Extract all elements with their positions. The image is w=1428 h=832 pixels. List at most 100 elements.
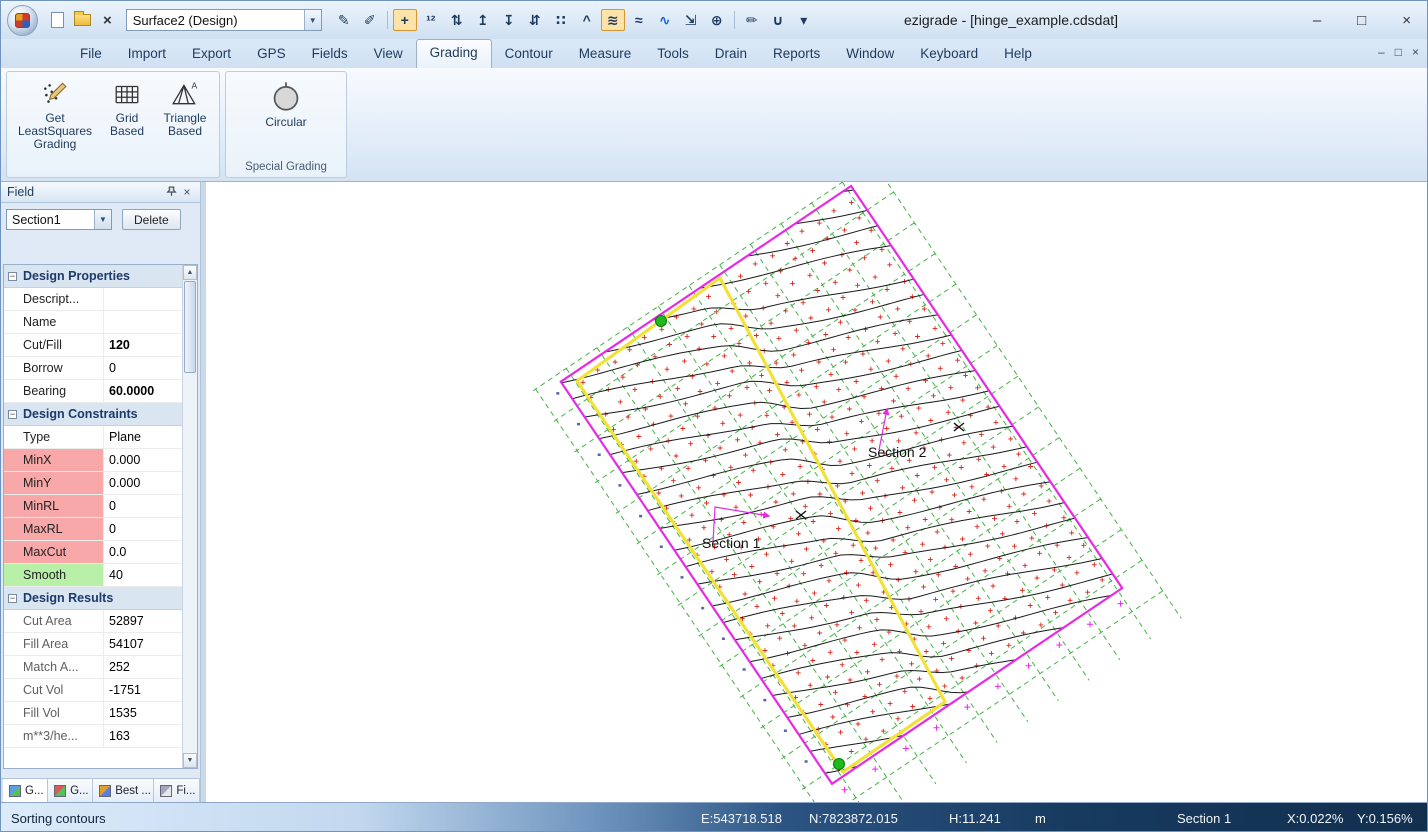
scrollbar-thumb[interactable]: [184, 281, 196, 373]
water-flow-icon[interactable]: ∿: [653, 9, 677, 31]
property-value[interactable]: 40: [103, 564, 182, 586]
property-value[interactable]: 0.000: [103, 449, 182, 471]
zoom-window-icon[interactable]: ⊕: [705, 9, 729, 31]
property-group-row: − Design Results: [4, 587, 182, 610]
new-file-icon[interactable]: [51, 12, 64, 28]
expander-cell: [4, 725, 21, 747]
panel-tab-4[interactable]: Fi...: [154, 779, 201, 802]
menu-tab-measure[interactable]: Measure: [566, 41, 645, 68]
menu-tab-reports[interactable]: Reports: [760, 41, 833, 68]
menu-tab-view[interactable]: View: [361, 41, 416, 68]
property-value[interactable]: Plane: [103, 426, 182, 448]
expander-cell: [4, 679, 21, 701]
app-menu-button[interactable]: [7, 4, 38, 36]
panel-tab-2[interactable]: G...: [48, 779, 94, 802]
minimize-button[interactable]: –: [1313, 12, 1321, 29]
station-labels-icon[interactable]: ⇵: [523, 9, 547, 31]
property-value[interactable]: 0: [103, 357, 182, 379]
add-point-icon[interactable]: +: [392, 9, 417, 31]
menu-tab-gps[interactable]: GPS: [244, 41, 299, 68]
jug-icon[interactable]: ∪: [766, 9, 790, 31]
menu-tab-export[interactable]: Export: [179, 41, 244, 68]
property-value[interactable]: 252: [103, 656, 182, 678]
chevron-down-icon[interactable]: ▼: [303, 10, 321, 30]
section-combo[interactable]: Section1 ▼: [6, 209, 112, 230]
contours-icon[interactable]: ≋: [600, 9, 625, 31]
menu-tab-drain[interactable]: Drain: [702, 41, 760, 68]
doc-restore-button[interactable]: □: [1395, 45, 1402, 59]
drawing-svg[interactable]: Section 1 Section 2: [206, 182, 1428, 802]
digitise-points-icon[interactable]: ✎: [332, 9, 356, 31]
property-row: Smooth 40: [4, 564, 182, 587]
collapse-icon[interactable]: −: [8, 593, 17, 603]
grid-based-button[interactable]: Grid Based: [101, 75, 153, 141]
property-value[interactable]: 54107: [103, 633, 182, 655]
cut-depth-icon[interactable]: ↧: [497, 9, 521, 31]
pin-icon[interactable]: [163, 186, 179, 199]
design-contours-icon[interactable]: ≈: [627, 9, 651, 31]
digitise-breakline-icon[interactable]: ✐: [358, 9, 382, 31]
property-row: Match A... 252: [4, 656, 182, 679]
panel-close-icon[interactable]: ×: [179, 186, 195, 198]
property-value[interactable]: 52897: [103, 610, 182, 632]
scrollbar[interactable]: ▲ ▼: [182, 265, 197, 768]
point-numbers-icon[interactable]: ¹²: [419, 9, 443, 31]
property-value[interactable]: 0: [103, 495, 182, 517]
property-value[interactable]: 163: [103, 725, 182, 747]
panel-tab-1[interactable]: G...: [3, 779, 49, 802]
property-value[interactable]: 1535: [103, 702, 182, 724]
menu-tab-help[interactable]: Help: [991, 41, 1045, 68]
doc-close-button[interactable]: ×: [1412, 45, 1419, 59]
close-button[interactable]: ×: [1402, 12, 1411, 29]
open-file-icon[interactable]: [74, 11, 91, 26]
property-value[interactable]: -1751: [103, 679, 182, 701]
delete-button[interactable]: Delete: [122, 209, 181, 230]
scroll-up-icon[interactable]: ▲: [183, 265, 197, 280]
grid-points-icon[interactable]: ∷: [549, 9, 573, 31]
circular-button[interactable]: Circular: [253, 75, 319, 132]
property-value[interactable]: 0: [103, 518, 182, 540]
button-label: Circular: [265, 115, 307, 129]
get-leastsquares-grading-button[interactable]: Get LeastSquares Grading: [11, 75, 99, 154]
chevron-down-icon[interactable]: ▼: [94, 210, 111, 229]
drawing-canvas[interactable]: Section 1 Section 2: [206, 182, 1428, 802]
close-file-icon[interactable]: ×: [103, 13, 112, 28]
menu-tab-contour[interactable]: Contour: [492, 41, 566, 68]
point-levels-icon[interactable]: ⇅: [445, 9, 469, 31]
maximize-button[interactable]: □: [1357, 12, 1366, 29]
node-dot[interactable]: [655, 315, 667, 327]
menu-tab-file[interactable]: File: [67, 41, 115, 68]
menu-tab-fields[interactable]: Fields: [299, 41, 361, 68]
expander-cell[interactable]: −: [4, 403, 21, 425]
property-value[interactable]: 0.000: [103, 472, 182, 494]
menu-tab-grading[interactable]: Grading: [415, 39, 492, 68]
menu-tab-tools[interactable]: Tools: [644, 41, 702, 68]
measure-pen-icon[interactable]: ✏: [740, 9, 764, 31]
zoom-extents-icon[interactable]: ⇲: [679, 9, 703, 31]
property-value[interactable]: 60.0000: [103, 380, 182, 402]
circle-icon: [273, 82, 299, 111]
surface-select[interactable]: Surface2 (Design) ▼: [125, 9, 322, 31]
menu-tab-window[interactable]: Window: [833, 41, 907, 68]
property-value[interactable]: 120: [103, 334, 182, 356]
panel-tab-3[interactable]: Best ...: [93, 779, 155, 802]
doc-minimize-button[interactable]: –: [1378, 45, 1385, 59]
collapse-icon[interactable]: −: [8, 409, 17, 419]
collapse-icon[interactable]: −: [8, 271, 17, 281]
property-value[interactable]: [103, 311, 182, 333]
property-value[interactable]: [103, 288, 182, 310]
expander-cell[interactable]: −: [4, 265, 21, 287]
scroll-down-icon[interactable]: ▼: [183, 753, 197, 768]
toolbar-overflow-icon[interactable]: ▾: [792, 9, 816, 31]
menu-tab-keyboard[interactable]: Keyboard: [907, 41, 991, 68]
menu-tab-import[interactable]: Import: [115, 41, 179, 68]
node-dot[interactable]: [833, 758, 845, 770]
expander-cell[interactable]: −: [4, 587, 21, 609]
property-label: Type: [23, 430, 51, 444]
design-levels-icon[interactable]: ↥: [471, 9, 495, 31]
special-grading-group: Circular Special Grading: [225, 71, 347, 178]
slope-arrow-icon[interactable]: ^: [575, 9, 599, 31]
status-y-percent: Y:0.156%: [1357, 811, 1413, 826]
triangle-based-button[interactable]: A Triangle Based: [155, 75, 215, 141]
property-value[interactable]: 0.0: [103, 541, 182, 563]
